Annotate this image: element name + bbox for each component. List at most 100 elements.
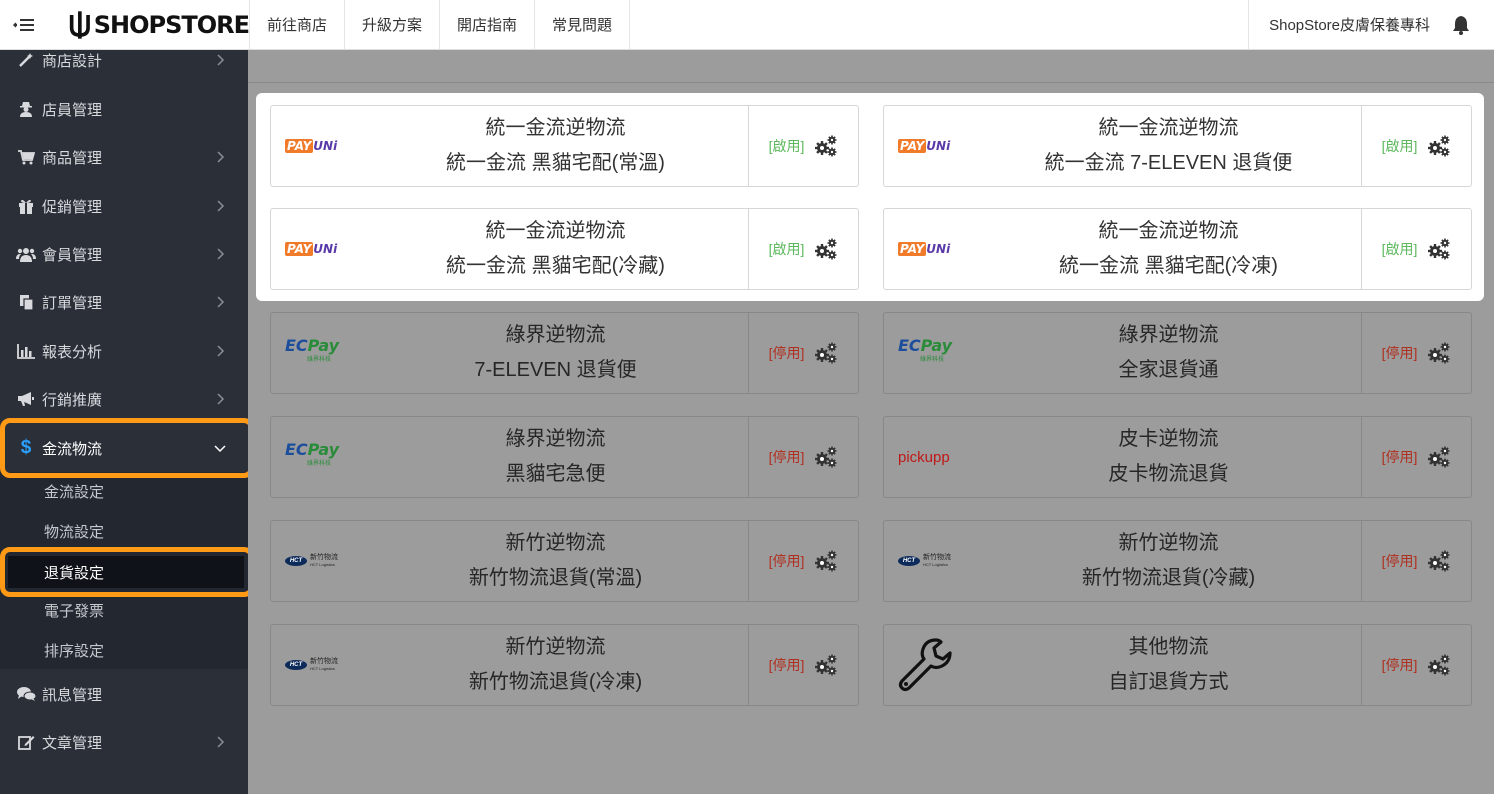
method-name: 皮卡物流退貨	[1108, 463, 1229, 485]
method-title: 其他物流 自訂退貨方式	[976, 625, 1361, 705]
cogs-icon[interactable]	[814, 342, 838, 364]
cogs-icon[interactable]	[1427, 550, 1451, 572]
cogs-icon[interactable]	[1427, 654, 1451, 676]
hct-logo-sub: HCT Logistics	[310, 666, 335, 671]
payuni-logo-a: PAY	[285, 139, 314, 153]
ecpay-logo: ECPay 綠界科技	[285, 442, 339, 471]
method-title: 統一金流逆物流統一金流 黑貓宅配(冷凍)	[976, 209, 1361, 289]
sidebar-item-orders[interactable]: 訂單管理	[0, 282, 248, 322]
ecpay-logo-a: EC	[285, 336, 308, 355]
return-method-card: PAY UNi 統一金流逆物流 統一金流 黑貓宅配(常溫) [啟用]	[270, 105, 859, 187]
status-badge[interactable]: [停用]	[769, 447, 805, 467]
method-name: 自訂退貨方式	[1108, 671, 1229, 693]
shopstore-logo-icon	[69, 10, 90, 39]
provider-logo: ECPay 綠界科技	[884, 313, 976, 393]
sidebar-item-store-design[interactable]: 商店設計	[0, 50, 248, 80]
payuni-logo: PAY UNi	[898, 139, 950, 153]
method-provider: 新竹逆物流	[505, 636, 606, 658]
method-name: 新竹物流退貨(常溫)	[468, 567, 643, 589]
cogs-icon[interactable]	[814, 654, 838, 676]
copy-icon	[16, 293, 36, 311]
cogs-icon[interactable]	[1427, 135, 1451, 157]
return-method-card: HCT 新竹物流 HCT Logistics 新竹逆物流 新竹物流退貨(冷凍) [停用]	[270, 624, 859, 706]
edit-icon	[16, 733, 36, 751]
store-name-link[interactable]: ShopStore皮膚保養專科	[1248, 0, 1450, 49]
chevron-right-icon	[217, 248, 225, 260]
sidebar-item-articles[interactable]: 文章管理	[0, 722, 248, 762]
status-badge[interactable]: [停用]	[1382, 655, 1418, 675]
method-name: 統一金流 黑貓宅配(冷凍)	[1059, 255, 1278, 277]
submenu-logistics-settings[interactable]: 物流設定	[0, 512, 248, 550]
status-badge[interactable]: [停用]	[769, 655, 805, 675]
sidebar-item-staff[interactable]: 店員管理	[0, 89, 248, 129]
nav-store-guide[interactable]: 開店指南	[440, 0, 536, 49]
comments-icon	[16, 685, 36, 703]
method-provider: 統一金流逆物流	[1098, 220, 1239, 242]
method-provider: 統一金流逆物流	[485, 220, 626, 242]
sidebar-toggle-button[interactable]	[0, 0, 48, 49]
method-title: 綠界逆物流 7-ELEVEN 退貨便	[363, 313, 748, 393]
provider-logo: ECPay 綠界科技	[271, 313, 363, 393]
status-badge[interactable]: [啟用]	[1382, 239, 1418, 259]
return-method-card: HCT 新竹物流 HCT Logistics 新竹逆物流 新竹物流退貨(冷藏) [停用]	[883, 520, 1472, 602]
method-title: 統一金流逆物流 統一金流 黑貓宅配(冷藏)	[363, 209, 748, 289]
status-badge[interactable]: [停用]	[1382, 343, 1418, 363]
notification-button[interactable]	[1450, 15, 1472, 35]
return-method-card: ECPay 綠界科技 綠界逆物流 全家退貨通 [停用]	[883, 312, 1472, 394]
hct-logo-name: 新竹物流 HCT Logistics	[310, 658, 338, 671]
nav-go-store[interactable]: 前往商店	[250, 0, 346, 49]
cogs-icon[interactable]	[1427, 342, 1451, 364]
return-method-card: HCT 新竹物流 HCT Logistics 新竹逆物流 新竹物流退貨(常溫) [停用]	[270, 520, 859, 602]
method-title: 統一金流逆物流 統一金流 黑貓宅配(常溫)	[363, 106, 748, 186]
brand-logo[interactable]: SHOPSTORE	[48, 0, 250, 49]
cogs-icon[interactable]	[1427, 238, 1451, 260]
cogs-icon[interactable]	[814, 446, 838, 468]
payuni-logo-b: UNi	[926, 242, 951, 256]
provider-logo: PAY UNi	[271, 209, 363, 289]
status-badge[interactable]: [停用]	[769, 551, 805, 571]
hct-logo-sub: HCT Logistics	[310, 562, 335, 567]
bar-chart-icon	[16, 342, 36, 360]
content-divider	[248, 82, 1494, 83]
cogs-icon[interactable]	[814, 238, 838, 260]
cogs-icon[interactable]	[814, 135, 838, 157]
sidebar-item-promotions[interactable]: 促銷管理	[0, 186, 248, 226]
method-title: 新竹逆物流新竹物流退貨(冷凍)	[363, 625, 748, 705]
submenu-sort-settings[interactable]: 排序設定	[0, 631, 248, 669]
ecpay-logo-sub: 綠界科技	[920, 356, 945, 363]
nav-faq[interactable]: 常見問題	[535, 0, 631, 49]
cogs-icon[interactable]	[1427, 446, 1451, 468]
sidebar-item-messages[interactable]: 訊息管理	[0, 674, 248, 714]
provider-logo: HCT 新竹物流 HCT Logistics	[271, 521, 363, 601]
method-provider: 綠界逆物流	[1118, 324, 1219, 346]
status-badge[interactable]: [停用]	[769, 343, 805, 363]
bell-icon	[1453, 15, 1469, 35]
sidebar-item-reports[interactable]: 報表分析	[0, 331, 248, 371]
provider-logo: HCT 新竹物流 HCT Logistics	[271, 625, 363, 705]
method-actions: [啟用]	[748, 106, 858, 186]
nav-upgrade-plan[interactable]: 升級方案	[345, 0, 441, 49]
method-name: 新竹物流退貨(冷藏)	[1081, 567, 1256, 589]
method-provider: 新竹逆物流	[1118, 532, 1219, 554]
pickupp-logo: pickupp	[898, 448, 950, 466]
status-badge[interactable]: [啟用]	[1382, 136, 1418, 156]
ecpay-logo: ECPay 綠界科技	[285, 336, 339, 367]
status-badge[interactable]: [啟用]	[769, 136, 805, 156]
hct-logo-mark: HCT	[285, 556, 307, 566]
ecpay-logo-sub: 綠界科技	[307, 356, 332, 363]
method-name: 新竹物流退貨(冷凍)	[468, 671, 643, 693]
status-badge[interactable]: [停用]	[1382, 551, 1418, 571]
provider-logo: PAY UNi	[884, 209, 976, 289]
status-badge[interactable]: [停用]	[1382, 447, 1418, 467]
sidebar-item-members[interactable]: 會員管理	[0, 234, 248, 274]
gift-icon	[16, 197, 36, 215]
payuni-logo-b: UNi	[313, 139, 338, 153]
cogs-icon[interactable]	[814, 550, 838, 572]
method-provider: 皮卡逆物流	[1118, 428, 1219, 450]
status-badge[interactable]: [啟用]	[769, 239, 805, 259]
sidebar-item-products[interactable]: 商品管理	[0, 137, 248, 177]
sidebar-item-marketing[interactable]: 行銷推廣	[0, 379, 248, 419]
highlight-box-return-settings	[0, 547, 248, 597]
ecpay-logo: ECPay 綠界科技	[898, 338, 952, 367]
highlight-box-payment-logistics	[0, 418, 248, 478]
